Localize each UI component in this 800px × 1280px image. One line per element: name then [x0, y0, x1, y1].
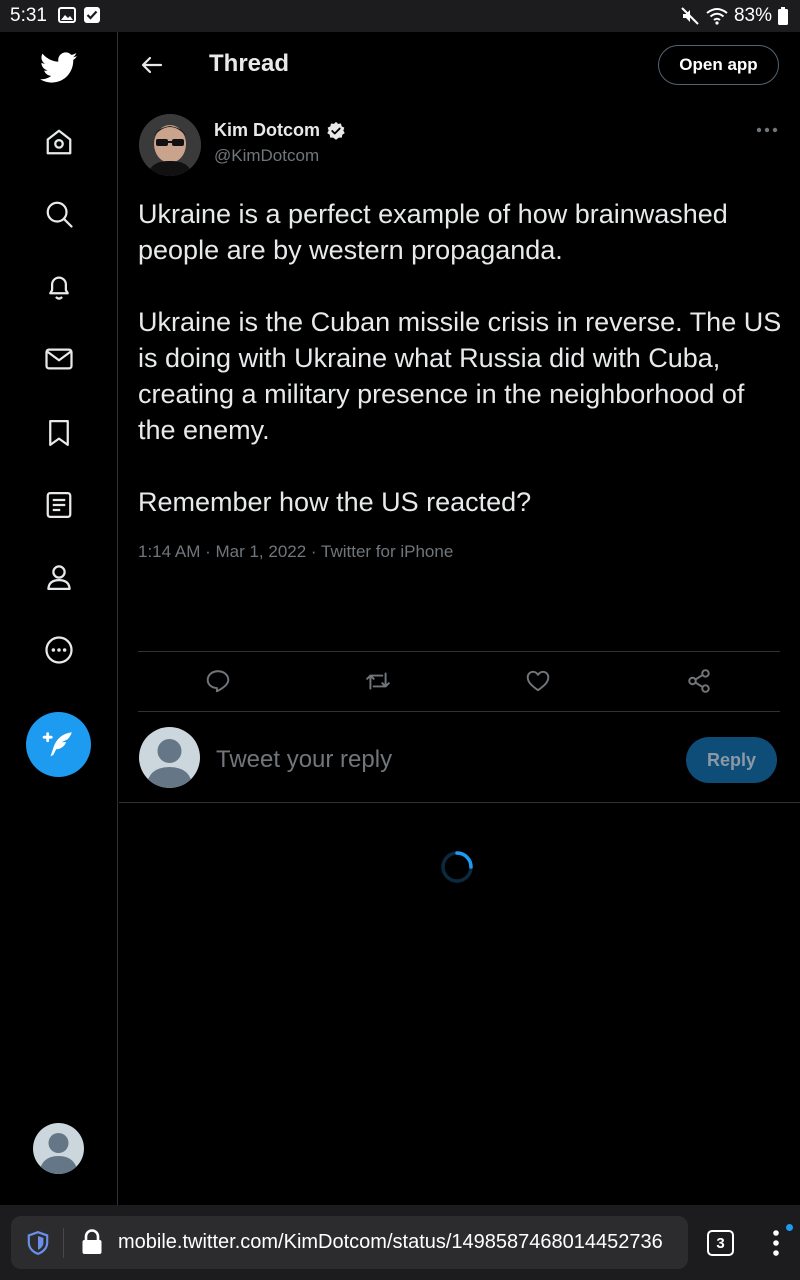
tweet-paragraph: Remember how the US reacted? — [138, 487, 532, 517]
like-action-button[interactable] — [523, 666, 553, 696]
author-display-name: Kim Dotcom — [214, 120, 321, 140]
compose-tweet-button[interactable] — [26, 712, 91, 777]
tweet-paragraph: Ukraine is a perfect example of how brai… — [138, 199, 728, 265]
nav-bookmarks[interactable] — [35, 409, 83, 457]
arrow-left-icon — [141, 56, 163, 74]
battery-percent: 83% — [733, 5, 772, 26]
retweet-action-button[interactable] — [363, 666, 393, 696]
lock-icon[interactable] — [81, 1229, 103, 1255]
divider — [63, 1228, 64, 1258]
profile-icon — [47, 565, 71, 590]
nav-home[interactable] — [35, 118, 83, 166]
list-icon — [46, 492, 72, 518]
tweet-timestamp[interactable]: 1:14 AM · Mar 1, 2022 · Twitter for iPho… — [138, 542, 453, 562]
mute-icon — [681, 7, 699, 25]
nav-messages[interactable] — [35, 335, 83, 383]
address-bar[interactable]: mobile.twitter.com/KimDotcom/status/1498… — [11, 1216, 688, 1269]
share-action-button[interactable] — [684, 666, 714, 696]
default-avatar-icon — [39, 1133, 78, 1174]
open-app-button[interactable]: Open app — [658, 45, 779, 85]
loading-spinner-icon — [441, 851, 473, 883]
page-title: Thread — [209, 50, 290, 77]
kebab-menu-icon — [773, 1230, 779, 1256]
checkbox-notification-icon — [84, 7, 100, 23]
share-icon — [688, 669, 710, 693]
nav-notifications[interactable] — [35, 263, 83, 311]
bell-icon — [49, 276, 69, 300]
verified-badge-icon — [327, 121, 345, 140]
author-handle[interactable]: @KimDotcom — [214, 146, 319, 166]
more-circle-icon — [45, 636, 73, 664]
reply-avatar — [139, 727, 200, 788]
thread-column: Thread Open app Kim Dotcom @KimDotcom Uk… — [119, 32, 800, 1205]
nav-lists[interactable] — [35, 481, 83, 529]
back-button[interactable] — [137, 50, 167, 80]
nav-more[interactable] — [35, 626, 83, 674]
nav-profile[interactable] — [35, 553, 83, 601]
author-avatar[interactable] — [139, 114, 201, 176]
default-avatar-icon — [146, 739, 193, 788]
retweet-icon — [366, 672, 390, 690]
author-name[interactable]: Kim Dotcom — [214, 120, 346, 141]
twitter-logo-icon[interactable] — [35, 44, 83, 92]
heart-icon — [526, 670, 550, 692]
divider — [138, 711, 780, 712]
tab-switcher-button[interactable]: 3 — [707, 1230, 734, 1256]
status-time: 5:31 — [10, 5, 47, 26]
gallery-icon — [58, 7, 76, 23]
account-avatar[interactable] — [33, 1123, 84, 1174]
side-nav — [0, 32, 118, 1205]
divider — [119, 802, 800, 803]
url-text[interactable]: mobile.twitter.com/KimDotcom/status/1498… — [118, 1231, 663, 1254]
tweet-body: Ukraine is a perfect example of how brai… — [138, 196, 788, 556]
browser-toolbar: mobile.twitter.com/KimDotcom/status/1498… — [0, 1205, 800, 1280]
status-bar: 5:31 83% — [0, 0, 800, 32]
reply-action-button[interactable] — [203, 666, 233, 696]
author-photo — [139, 114, 201, 176]
feather-plus-icon — [42, 731, 72, 756]
tweet-more-button[interactable] — [754, 120, 780, 140]
reply-input[interactable] — [216, 743, 676, 777]
more-horizontal-icon — [756, 127, 778, 133]
mail-icon — [45, 348, 73, 370]
search-icon — [46, 201, 73, 228]
reply-button[interactable]: Reply — [686, 737, 777, 783]
divider — [138, 651, 780, 652]
tweet-paragraph: Ukraine is the Cuban missile crisis in r… — [138, 307, 782, 445]
home-icon — [46, 129, 72, 155]
shield-icon[interactable] — [25, 1230, 51, 1256]
battery-icon — [778, 7, 788, 25]
comment-icon — [206, 670, 230, 693]
wifi-icon — [706, 8, 728, 25]
bookmark-icon — [49, 420, 69, 446]
browser-menu-button[interactable] — [766, 1227, 786, 1259]
update-indicator-dot — [786, 1224, 793, 1231]
nav-explore[interactable] — [35, 190, 83, 238]
